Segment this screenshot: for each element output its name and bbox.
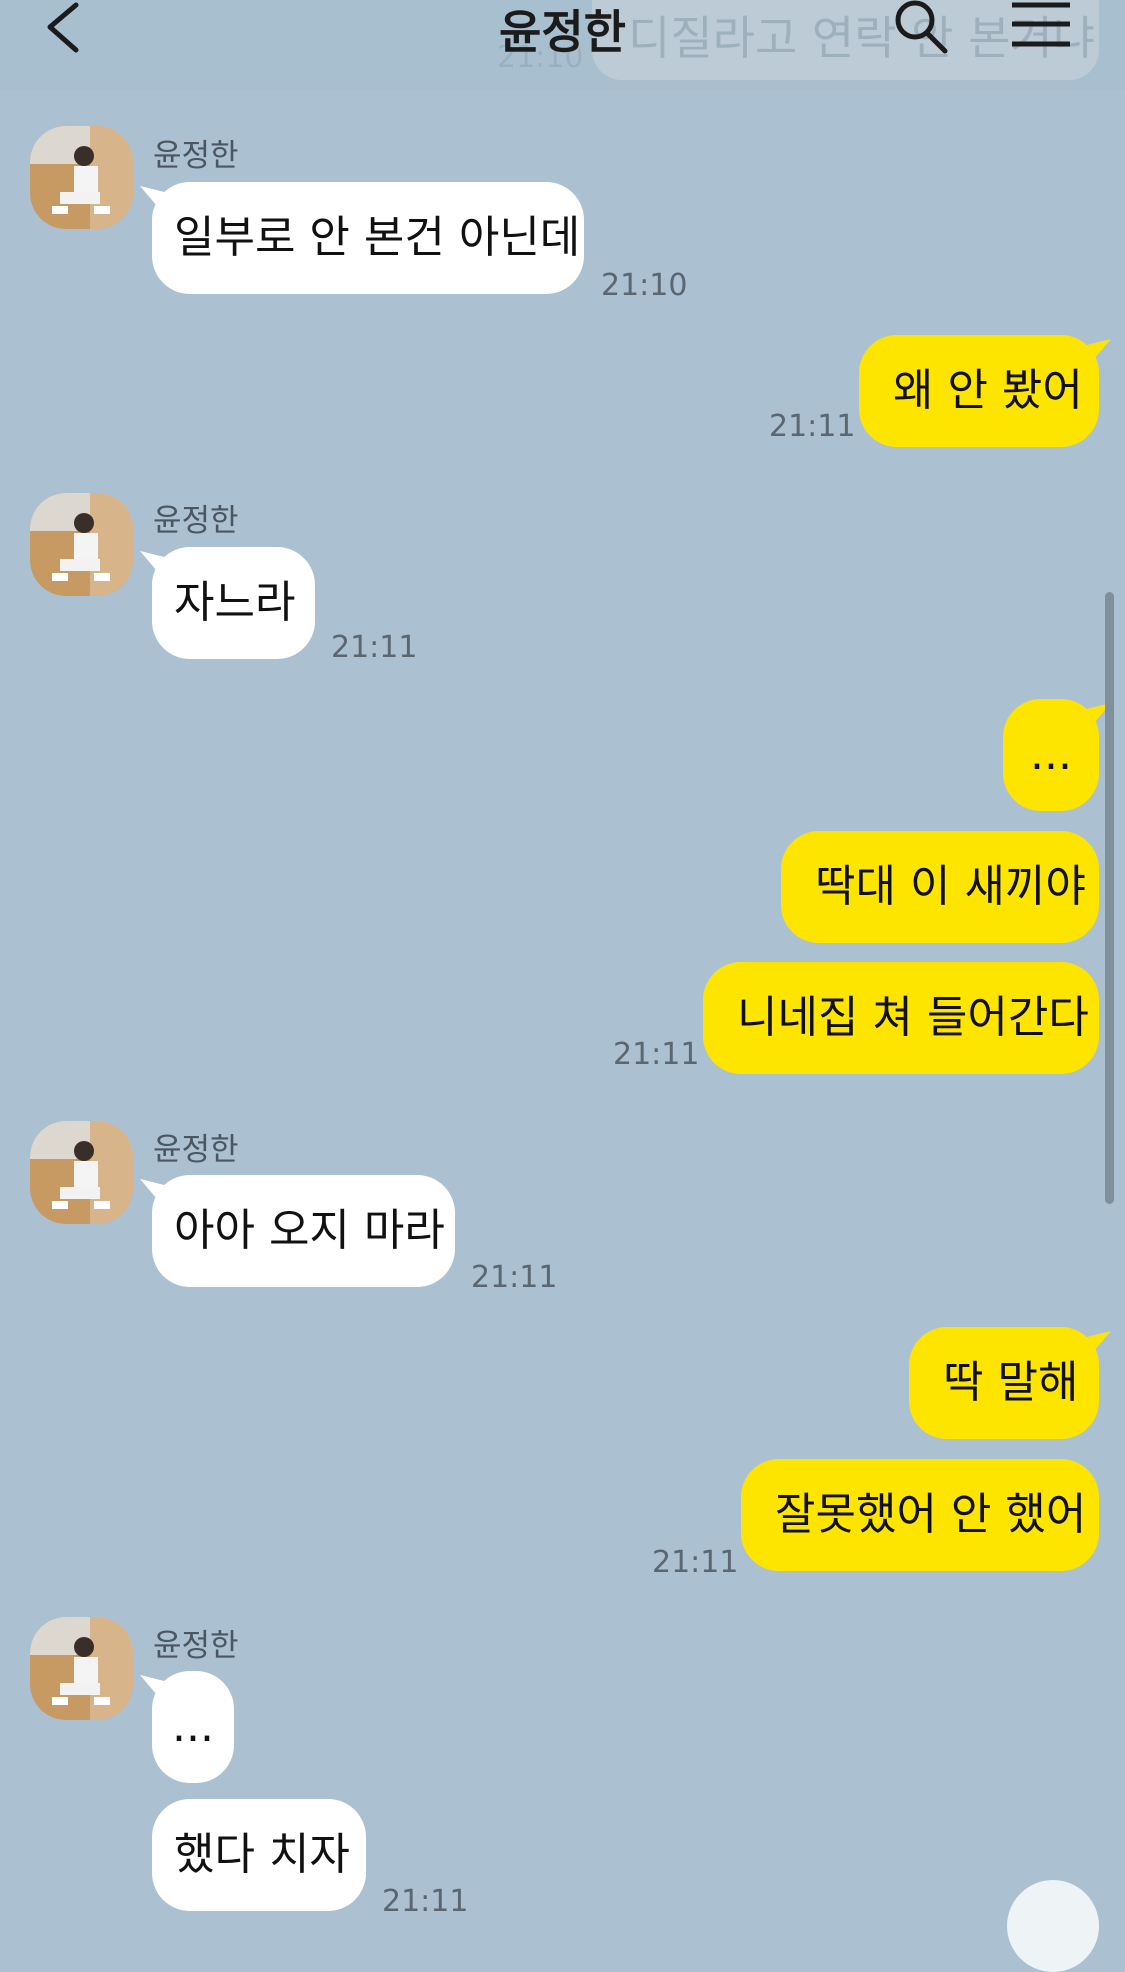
avatar[interactable] xyxy=(30,126,133,229)
avatar[interactable] xyxy=(30,1121,133,1224)
message-time: 21:11 xyxy=(331,630,418,665)
search-button[interactable] xyxy=(893,0,951,58)
message-bubble[interactable]: ... xyxy=(152,1671,234,1783)
sender-name: 윤정한 xyxy=(153,1628,239,1664)
search-icon xyxy=(895,0,948,54)
message-time: 21:11 xyxy=(652,1545,739,1580)
message-bubble[interactable]: 딱대 이 새끼야 xyxy=(781,831,1099,943)
sender-name: 윤정한 xyxy=(153,503,239,539)
message-bubble[interactable]: ... xyxy=(1003,699,1099,811)
chat-title: 윤정한 xyxy=(499,5,626,59)
scroll-down-button[interactable] xyxy=(1007,1880,1099,1972)
message-bubble[interactable]: 딱 말해 xyxy=(909,1327,1099,1439)
hamburger-menu-icon xyxy=(1012,2,1070,47)
scrollbar[interactable] xyxy=(1105,592,1114,1204)
message-bubble[interactable]: 잘못했어 안 했어 xyxy=(741,1459,1099,1571)
avatar[interactable] xyxy=(30,493,133,596)
profile-photo xyxy=(30,126,133,229)
message-bubble[interactable]: 했다 치자 xyxy=(152,1799,366,1911)
message-time: 21:11 xyxy=(382,1884,469,1919)
chat-header: 21:10 디질라고 연락 안 본거냐 윤정한 xyxy=(0,0,1125,90)
message-time: 21:11 xyxy=(769,409,856,444)
message-bubble[interactable]: 왜 안 봤어 xyxy=(859,335,1099,447)
message-bubble[interactable]: 아아 오지 마라 xyxy=(152,1175,455,1287)
message-bubble[interactable]: 니네집 쳐 들어간다 xyxy=(703,962,1099,1074)
message-bubble[interactable]: 일부로 안 본건 아닌데 xyxy=(152,182,584,294)
message-time: 21:10 xyxy=(601,268,688,303)
sender-name: 윤정한 xyxy=(153,138,239,174)
avatar[interactable] xyxy=(30,1617,133,1720)
message-time: 21:11 xyxy=(613,1037,700,1072)
sender-name: 윤정한 xyxy=(153,1132,239,1168)
message-bubble[interactable]: 자느라 xyxy=(152,547,315,659)
menu-button[interactable] xyxy=(1011,2,1071,50)
profile-photo xyxy=(30,1121,133,1224)
profile-photo xyxy=(30,1617,133,1720)
message-time: 21:11 xyxy=(471,1260,558,1295)
profile-photo xyxy=(30,493,133,596)
